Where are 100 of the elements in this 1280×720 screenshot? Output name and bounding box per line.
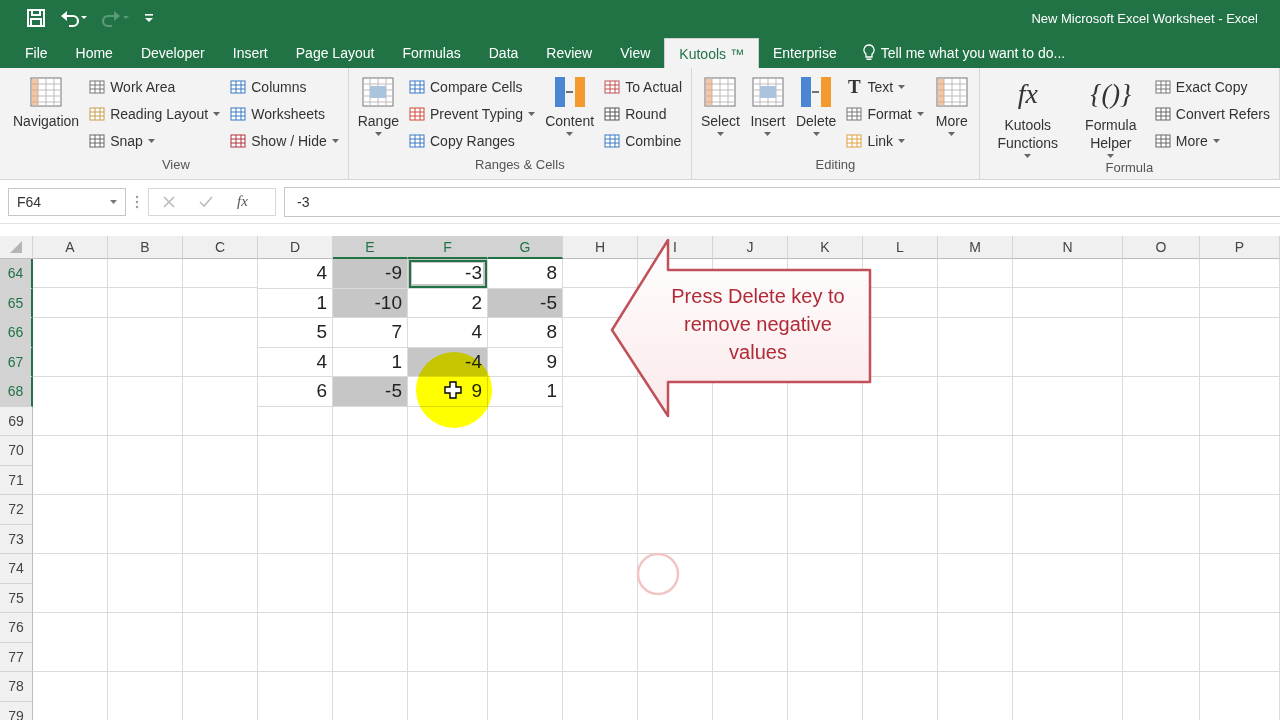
name-box[interactable]: F64 [8,187,126,216]
ribbon-button[interactable]: {()} Formula Helper [1073,72,1148,160]
ribbon-tab[interactable]: Developer [126,38,219,68]
click-ring [634,550,682,598]
caret-icon[interactable] [331,138,339,143]
row-header[interactable]: 68 [0,377,33,407]
caret-icon[interactable] [110,199,117,204]
column-header[interactable]: A [33,236,108,259]
table-icon [749,74,786,110]
save-icon[interactable] [26,8,46,28]
column-header[interactable]: J [713,236,788,259]
ribbon-button[interactable]: Navigation [10,72,83,157]
formula-field[interactable]: -3 [284,186,1280,217]
row-header[interactable]: 70 [0,436,33,466]
column-header[interactable]: L [863,236,938,259]
caret-icon[interactable] [812,132,820,136]
row-header[interactable]: 73 [0,524,33,554]
caret-icon[interactable] [528,111,536,116]
caret-icon[interactable] [716,132,724,136]
caret-icon[interactable] [1107,154,1115,158]
ribbon-button[interactable]: Copy Ranges [406,128,539,153]
caret-icon[interactable] [374,132,382,136]
row-header[interactable]: 78 [0,672,33,702]
ribbon-button[interactable]: Prevent Typing [406,101,539,126]
caret-icon[interactable] [764,132,772,136]
ribbon-tab[interactable]: Data [474,38,533,68]
caret-icon[interactable] [1212,138,1220,143]
ribbon-tab[interactable]: Review [532,38,607,68]
check-icon[interactable] [199,195,213,208]
column-header[interactable]: G [488,236,563,259]
caret-icon[interactable] [213,111,221,116]
caret-icon[interactable] [916,111,924,116]
caret-icon[interactable] [1024,154,1032,158]
ribbon-button[interactable]: Worksheets [227,101,342,126]
ribbon-tab[interactable]: File [11,38,62,68]
row-header[interactable]: 72 [0,495,33,525]
column-header[interactable]: N [1013,236,1123,259]
row-header[interactable]: 76 [0,613,33,643]
ribbon-button[interactable]: Content [542,72,598,157]
caret-icon[interactable] [948,132,956,136]
ribbon-button[interactable]: fx Kutools Functions [985,72,1070,160]
ribbon-tab[interactable]: Formulas [388,38,475,68]
ribbon-tab[interactable]: Insert [218,38,282,68]
ribbon-button[interactable]: To Actual [601,74,685,99]
ribbon-button[interactable]: T Text [843,74,927,99]
column-header[interactable]: H [563,236,638,259]
ribbon-button[interactable]: Show / Hide [227,128,342,153]
ribbon-button[interactable]: More [930,72,973,157]
ribbon-button[interactable]: Snap [86,128,224,153]
column-header[interactable]: C [183,236,258,259]
grid-icon [604,132,621,149]
row-header[interactable]: 66 [0,318,33,348]
ribbon-button[interactable]: Reading Layout [86,101,224,126]
caret-icon[interactable] [147,138,155,143]
column-header[interactable]: F [408,236,488,259]
ribbon-button[interactable]: Columns [227,74,342,99]
column-header[interactable]: D [258,236,333,259]
table-cell: -3 [408,259,488,289]
ribbon-button[interactable]: Round [601,101,685,126]
caret-icon[interactable] [566,132,574,136]
ribbon-button[interactable]: Link [843,128,927,153]
undo-icon[interactable] [60,8,88,28]
customize-icon[interactable] [144,12,154,24]
row-header[interactable]: 69 [0,406,33,436]
ribbon-button[interactable]: Range [354,72,402,157]
ribbon-tab[interactable]: Kutools ™ [664,38,759,68]
grip-icon[interactable] [134,193,140,210]
row-header[interactable]: 71 [0,465,33,495]
ribbon-button[interactable]: Convert Refers [1151,101,1273,126]
column-header[interactable]: M [938,236,1013,259]
column-header[interactable]: K [788,236,863,259]
row-header[interactable]: 77 [0,642,33,672]
ribbon-tab[interactable]: Enterprise [758,38,851,68]
ribbon-button[interactable]: Delete [792,72,840,157]
column-header[interactable]: B [108,236,183,259]
ribbon-button[interactable]: Compare Cells [406,74,539,99]
caret-icon[interactable] [898,138,906,143]
caret-icon[interactable] [898,84,906,89]
column-header[interactable]: P [1200,236,1280,259]
row-header[interactable]: 65 [0,288,33,318]
column-header[interactable]: O [1123,236,1200,259]
ribbon-button[interactable]: More [1151,128,1273,153]
ribbon-button[interactable]: Select [698,72,743,157]
insert-function-button[interactable]: fx [237,193,248,210]
column-header[interactable]: I [638,236,713,259]
ribbon-button[interactable]: Exact Copy [1151,74,1273,99]
ribbon-button[interactable]: Work Area [86,74,224,99]
ribbon-tab[interactable]: Page Layout [281,38,389,68]
ribbon-tab[interactable]: View [606,38,665,68]
ribbon-button[interactable]: Insert [746,72,789,157]
tell-me-field[interactable]: Tell me what you want to do... [880,45,1066,61]
ribbon-button[interactable]: Combine [601,128,685,153]
row-header[interactable]: 75 [0,583,33,613]
row-header[interactable]: 74 [0,554,33,584]
column-header[interactable]: E [333,236,408,259]
table-icon [933,74,970,110]
row-header[interactable]: 64 [0,259,33,289]
row-header[interactable]: 67 [0,347,33,377]
ribbon-button[interactable]: Format [843,101,927,126]
ribbon-tab[interactable]: Home [61,38,127,68]
